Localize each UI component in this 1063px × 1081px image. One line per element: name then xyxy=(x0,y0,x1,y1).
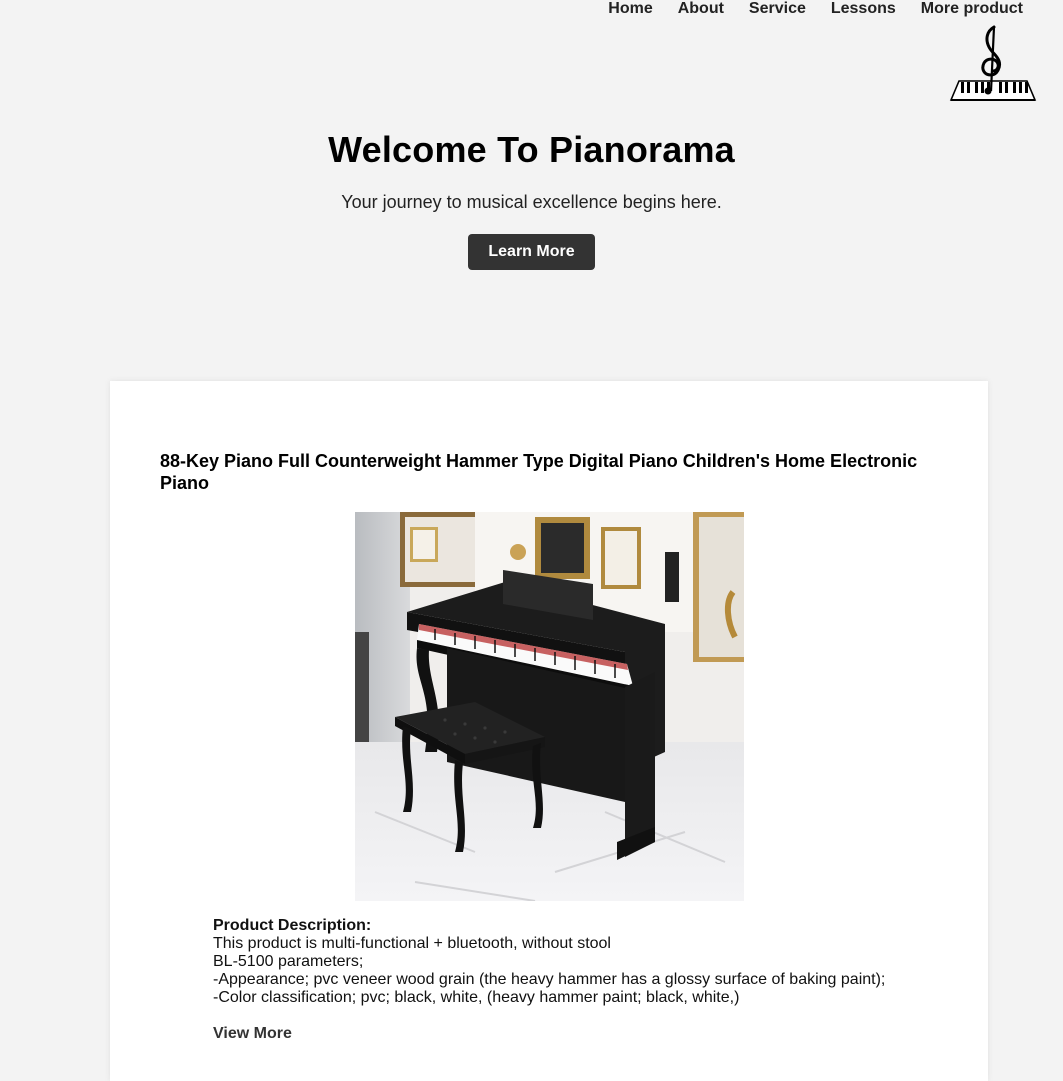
hero-section: Welcome To Pianorama Your journey to mus… xyxy=(0,128,1063,270)
digital-piano-image xyxy=(355,512,744,902)
description-line: -Appearance; pvc veneer wood grain (the … xyxy=(213,971,886,988)
product-title: 88-Key Piano Full Counterweight Hammer T… xyxy=(160,451,918,493)
hero-title: Welcome To Pianorama xyxy=(328,129,735,170)
product-card: 88-Key Piano Full Counterweight Hammer T… xyxy=(110,381,988,1081)
hero-subtitle: Your journey to musical excellence begin… xyxy=(341,192,722,212)
description-line: BL-5100 parameters; xyxy=(213,953,364,970)
nav-lessons-link[interactable]: Lessons xyxy=(831,1,896,19)
description-line: This product is multi-functional + bluet… xyxy=(213,935,611,952)
nav-home-link[interactable]: Home xyxy=(608,1,652,19)
description-line: -Color classification; pvc; black, white… xyxy=(213,989,740,1006)
description-label: Product Description: xyxy=(213,917,372,934)
learn-more-button[interactable]: Learn More xyxy=(468,234,595,270)
product-description: Product Description: This product is mul… xyxy=(213,917,933,1007)
treble-clef-piano-logo-icon xyxy=(947,25,1037,105)
nav-service-link[interactable]: Service xyxy=(749,1,806,19)
main-nav: Home About Service Lessons More product xyxy=(583,0,1023,18)
nav-about-link[interactable]: About xyxy=(678,1,724,19)
view-more-link[interactable]: View More xyxy=(213,1025,292,1043)
nav-more-product-link[interactable]: More product xyxy=(921,1,1023,19)
